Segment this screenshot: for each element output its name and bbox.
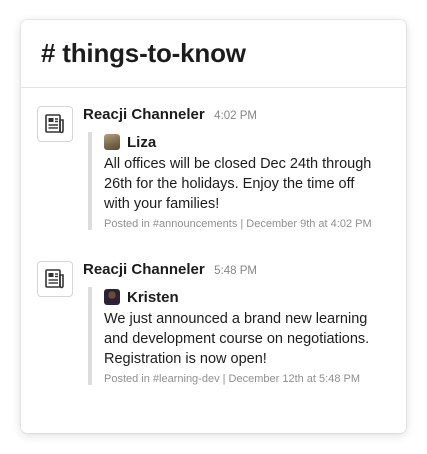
sender-name[interactable]: Reacji Channeler	[83, 106, 205, 123]
attachment-footer[interactable]: Posted in #learning-dev | December 12th …	[104, 373, 393, 385]
author-name[interactable]: Liza	[127, 134, 156, 151]
attachment-author: Liza	[104, 132, 393, 152]
channel-card: # things-to-know Reacji Channeler 4:02 P…	[21, 20, 406, 433]
attachment-author: Kristen	[104, 287, 393, 307]
app-avatar[interactable]	[37, 261, 73, 297]
author-avatar[interactable]	[104, 134, 120, 150]
newspaper-icon	[45, 114, 64, 134]
newspaper-icon	[45, 269, 64, 289]
sender-name[interactable]: Reacji Channeler	[83, 261, 205, 278]
attachment: Kristen We just announced a brand new le…	[88, 287, 393, 385]
message-timestamp[interactable]: 5:48 PM	[214, 265, 257, 277]
author-name[interactable]: Kristen	[127, 289, 179, 306]
author-avatar[interactable]	[104, 289, 120, 305]
message-timestamp[interactable]: 4:02 PM	[214, 110, 257, 122]
app-avatar[interactable]	[37, 106, 73, 142]
message-header: Reacji Channeler 4:02 PM	[83, 106, 257, 124]
channel-header: # things-to-know	[21, 20, 406, 88]
attachment-text: We just announced a brand new learning a…	[104, 311, 370, 367]
attachment-footer[interactable]: Posted in #announcements | December 9th …	[104, 218, 393, 230]
attachment-text: All offices will be closed Dec 24th thro…	[104, 156, 372, 212]
message-header: Reacji Channeler 5:48 PM	[83, 261, 257, 279]
channel-title[interactable]: # things-to-know	[41, 38, 246, 69]
attachment: Liza All offices will be closed Dec 24th…	[88, 132, 393, 230]
